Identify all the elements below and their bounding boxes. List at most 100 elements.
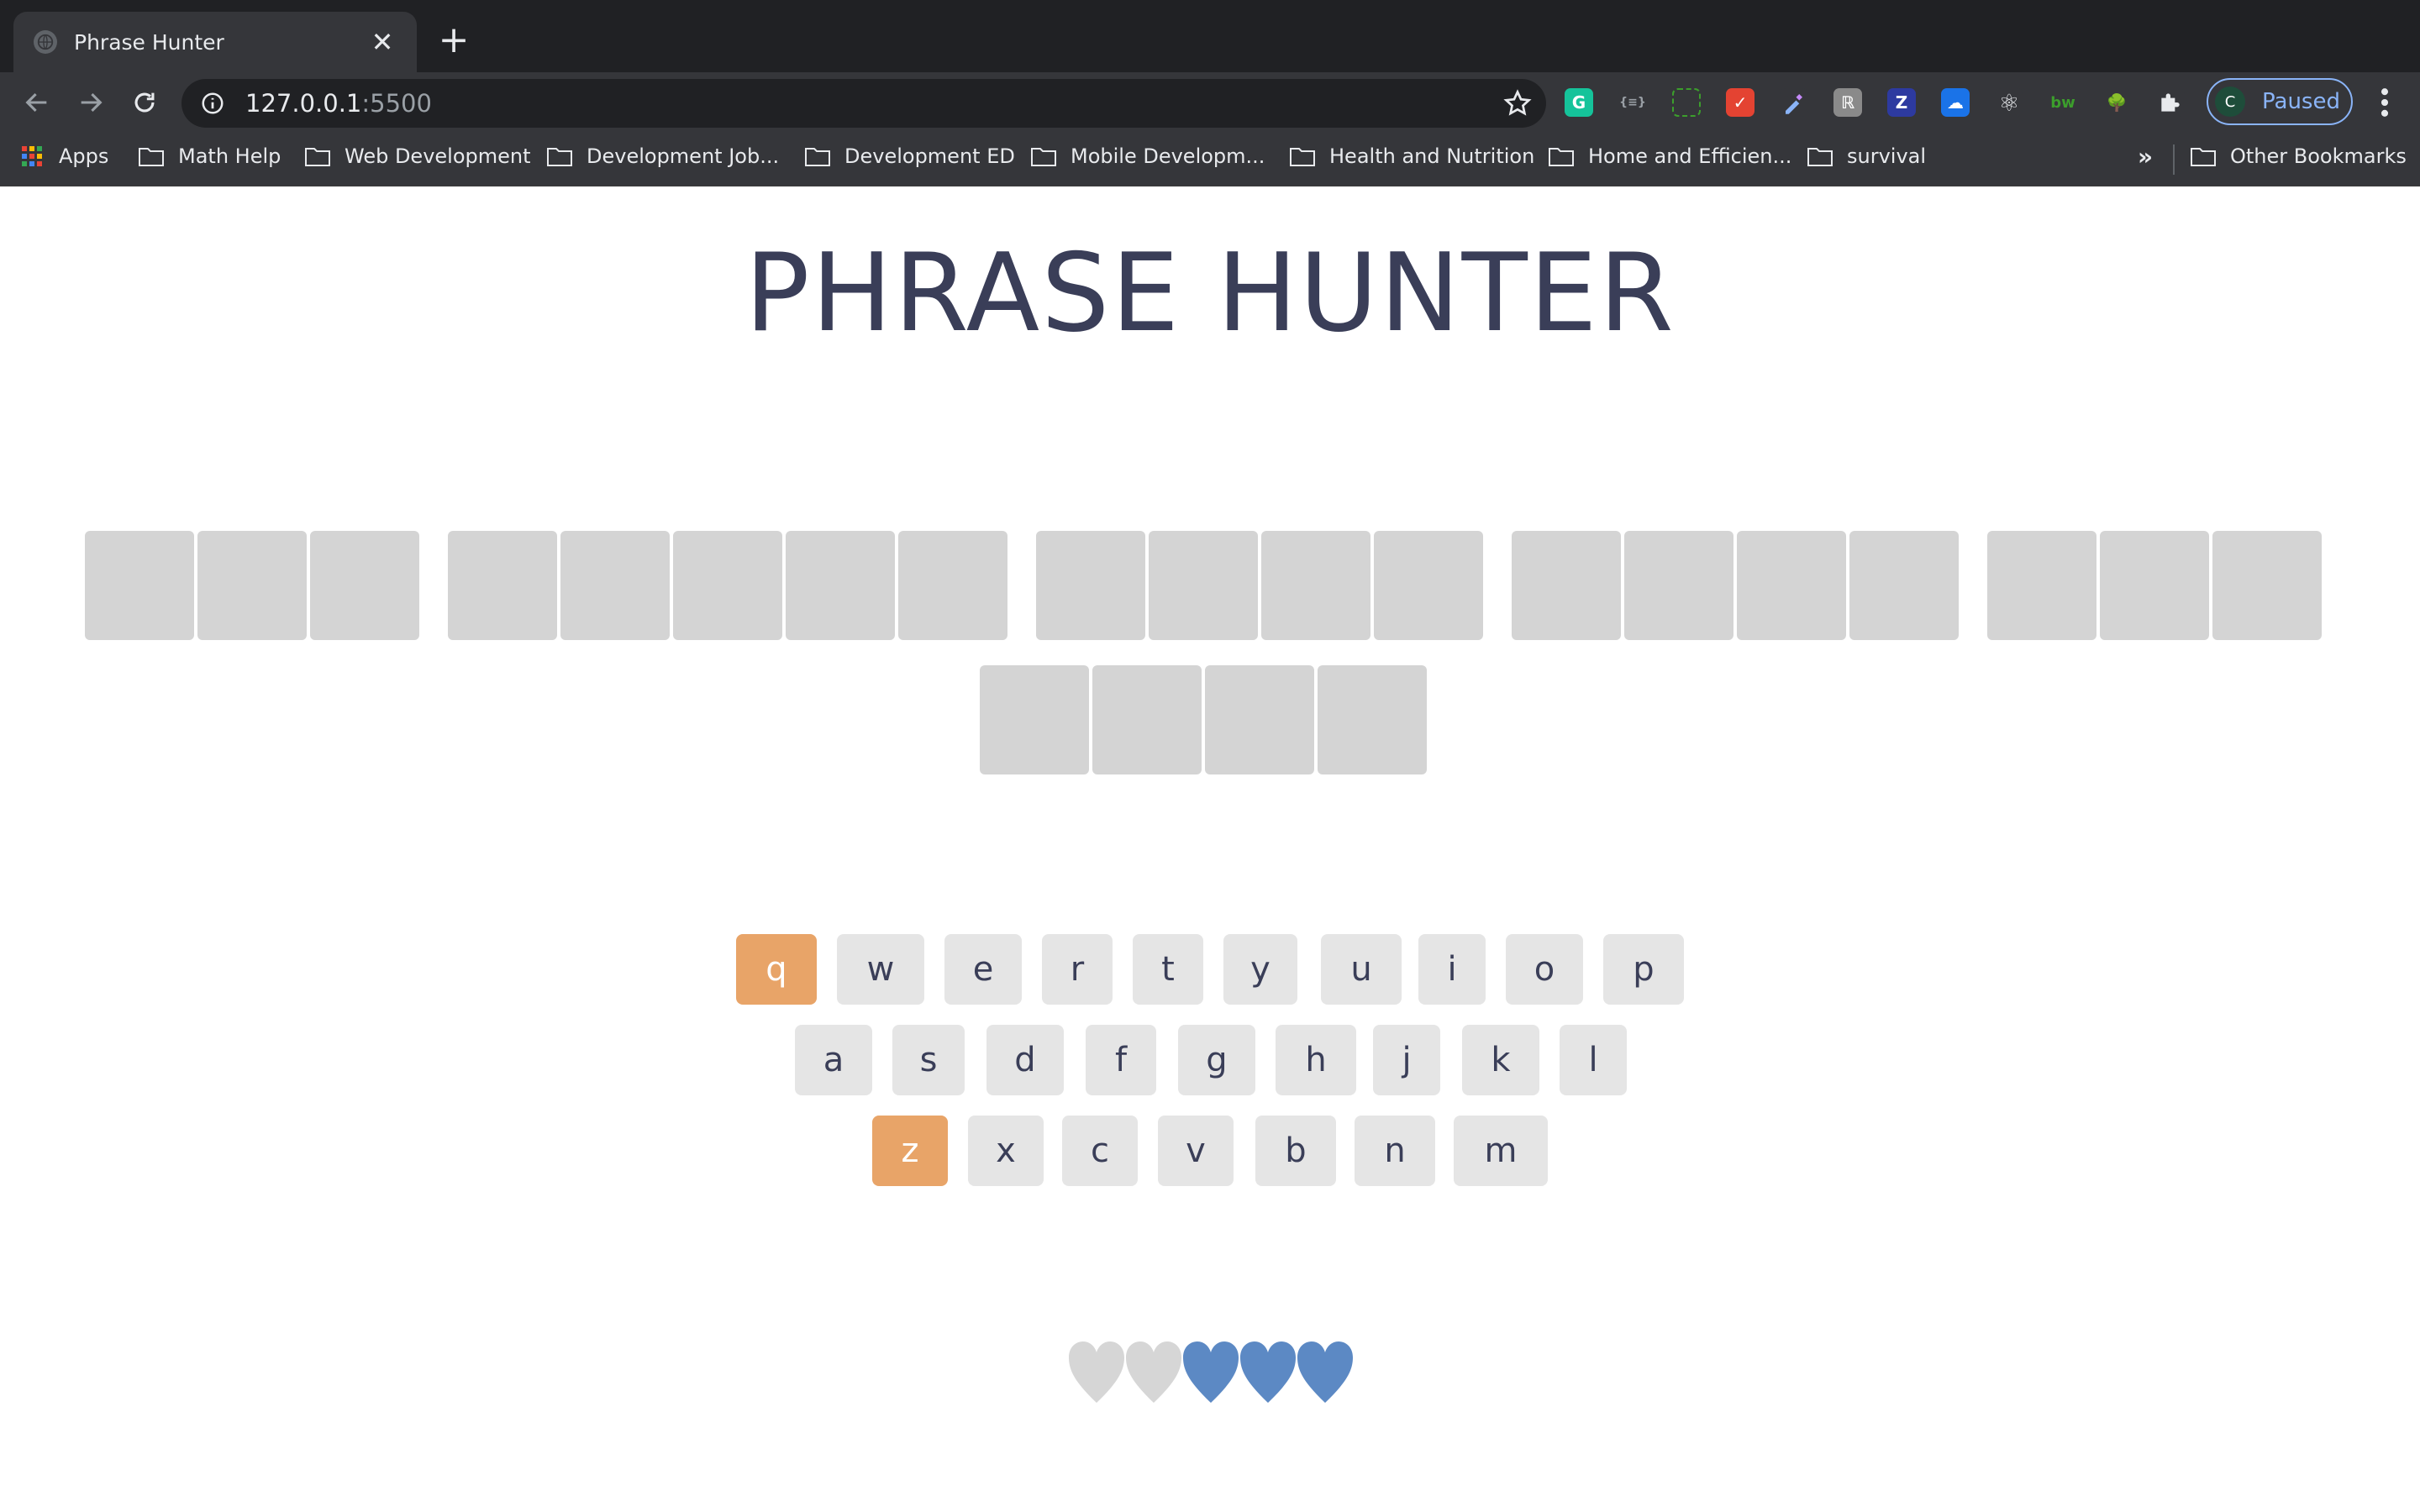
key-x[interactable]: x <box>968 1116 1044 1186</box>
hidden-letter-box <box>1374 531 1483 640</box>
live-heart-icon <box>1297 1341 1353 1403</box>
info-icon[interactable] <box>200 91 225 116</box>
bookmark-apps[interactable]: Apps <box>18 144 108 168</box>
grammarly-icon[interactable]: G <box>1565 88 1593 117</box>
live-heart-icon <box>1240 1341 1296 1403</box>
bookmark-math-help[interactable]: Math Help <box>138 144 281 168</box>
bookmark-web-development[interactable]: Web Development <box>304 144 531 168</box>
key-l[interactable]: l <box>1560 1025 1627 1095</box>
hidden-letter-box <box>980 665 1089 774</box>
puzzle-icon[interactable] <box>2156 88 2185 117</box>
bookmark-label: Development Job... <box>587 144 780 168</box>
key-t[interactable]: t <box>1133 934 1203 1005</box>
key-a[interactable]: a <box>795 1025 872 1095</box>
bookmark-other-bookmarks[interactable]: Other Bookmarks <box>2190 144 2407 168</box>
folder-icon <box>138 144 178 168</box>
extensions-bar: G {≡} ✓ ℝ Z ☁ ⚛ bw 🌳 <box>1565 81 2210 123</box>
hidden-letter-box <box>310 531 419 640</box>
bookmark-label: Apps <box>59 144 109 168</box>
bookmarks-bar: Apps Math Help Web Development Development … <box>0 133 2420 186</box>
key-e[interactable]: e <box>944 934 1022 1005</box>
browser-toolbar: 127.0.0.1:5500 G {≡} ✓ ℝ Z ☁ ⚛ bw 🌳 C Paused <box>0 72 2420 133</box>
hidden-letter-box <box>2212 531 2322 640</box>
react-icon[interactable]: ⚛ <box>1995 88 2023 117</box>
bookmark-health-and-nutrition[interactable]: Health and Nutrition <box>1289 144 1534 168</box>
profile-status: Paused <box>2262 89 2340 114</box>
folder-icon <box>546 144 587 168</box>
address-bar[interactable]: 127.0.0.1:5500 <box>182 79 1546 128</box>
hidden-letter-box <box>1987 531 2096 640</box>
bookmarks-overflow-chevron[interactable]: » <box>2138 143 2153 171</box>
key-m[interactable]: m <box>1454 1116 1548 1186</box>
bookmark-label: Other Bookmarks <box>2230 144 2407 168</box>
json-icon[interactable]: {≡} <box>1618 88 1647 117</box>
key-h[interactable]: h <box>1276 1025 1356 1095</box>
url-text: 127.0.0.1:5500 <box>245 89 432 118</box>
folder-icon <box>1548 144 1588 168</box>
key-q[interactable]: q <box>736 934 817 1005</box>
bw-icon[interactable]: bw <box>2049 88 2077 117</box>
key-y[interactable]: y <box>1223 934 1297 1005</box>
key-i[interactable]: i <box>1418 934 1486 1005</box>
new-tab-button[interactable]: + <box>437 22 471 59</box>
kanji-icon[interactable]: ℝ <box>1833 88 1862 117</box>
key-s[interactable]: s <box>892 1025 965 1095</box>
key-w[interactable]: w <box>837 934 924 1005</box>
screenshot-icon[interactable] <box>1672 88 1701 117</box>
cloud-icon[interactable]: ☁ <box>1941 88 1970 117</box>
key-c[interactable]: c <box>1062 1116 1138 1186</box>
close-tab-icon[interactable]: ✕ <box>368 29 397 55</box>
key-k[interactable]: k <box>1462 1025 1539 1095</box>
folder-icon <box>1807 144 1847 168</box>
lost-heart-icon <box>1126 1341 1181 1403</box>
page-title: PHRASE HUNTER <box>744 231 1676 356</box>
avatar: C <box>2215 87 2245 117</box>
apps-grid-icon <box>18 144 59 168</box>
bookmark-mobile-developm[interactable]: Mobile Developm... <box>1030 144 1265 168</box>
key-z[interactable]: z <box>872 1116 948 1186</box>
hidden-letter-box <box>1849 531 1959 640</box>
bookmark-survival[interactable]: survival <box>1807 144 1926 168</box>
profile-button[interactable]: C Paused <box>2207 78 2353 125</box>
hidden-letter-box <box>560 531 670 640</box>
key-b[interactable]: b <box>1255 1116 1336 1186</box>
hidden-letter-box <box>1205 665 1314 774</box>
key-n[interactable]: n <box>1355 1116 1435 1186</box>
bookmark-label: Development ED <box>844 144 1015 168</box>
key-g[interactable]: g <box>1178 1025 1255 1095</box>
key-p[interactable]: p <box>1603 934 1684 1005</box>
tab-title: Phrase Hunter <box>74 29 224 55</box>
folder-icon <box>804 144 844 168</box>
bookmark-label: Math Help <box>178 144 281 168</box>
hidden-letter-box <box>2100 531 2209 640</box>
live-heart-icon <box>1183 1341 1239 1403</box>
bookmark-development-job[interactable]: Development Job... <box>546 144 779 168</box>
forward-arrow-icon[interactable] <box>72 84 109 121</box>
todoist-icon[interactable]: ✓ <box>1726 88 1754 117</box>
tree-icon[interactable]: 🌳 <box>2102 88 2131 117</box>
folder-icon <box>304 144 345 168</box>
key-o[interactable]: o <box>1506 934 1583 1005</box>
folder-icon <box>1030 144 1071 168</box>
key-j[interactable]: j <box>1373 1025 1440 1095</box>
hidden-letter-box <box>85 531 194 640</box>
lost-heart-icon <box>1069 1341 1124 1403</box>
bookmark-label: survival <box>1847 144 1927 168</box>
bookmark-home-and-efficien[interactable]: Home and Efficien... <box>1548 144 1791 168</box>
key-d[interactable]: d <box>986 1025 1064 1095</box>
key-f[interactable]: f <box>1086 1025 1156 1095</box>
back-arrow-icon[interactable] <box>18 84 55 121</box>
kebab-menu-icon[interactable] <box>2370 84 2400 121</box>
browser-tab[interactable]: Phrase Hunter ✕ <box>13 12 417 72</box>
bookmark-star-icon[interactable] <box>1502 88 1533 118</box>
colorpicker-icon[interactable] <box>1780 88 1808 117</box>
reload-icon[interactable] <box>126 84 163 121</box>
key-v[interactable]: v <box>1158 1116 1234 1186</box>
bookmark-development-ed[interactable]: Development ED <box>804 144 1015 168</box>
hidden-letter-box <box>197 531 307 640</box>
zotero-icon[interactable]: Z <box>1887 88 1916 117</box>
hidden-letter-box <box>1624 531 1733 640</box>
bookmark-label: Home and Efficien... <box>1588 144 1792 168</box>
key-u[interactable]: u <box>1321 934 1402 1005</box>
key-r[interactable]: r <box>1042 934 1113 1005</box>
